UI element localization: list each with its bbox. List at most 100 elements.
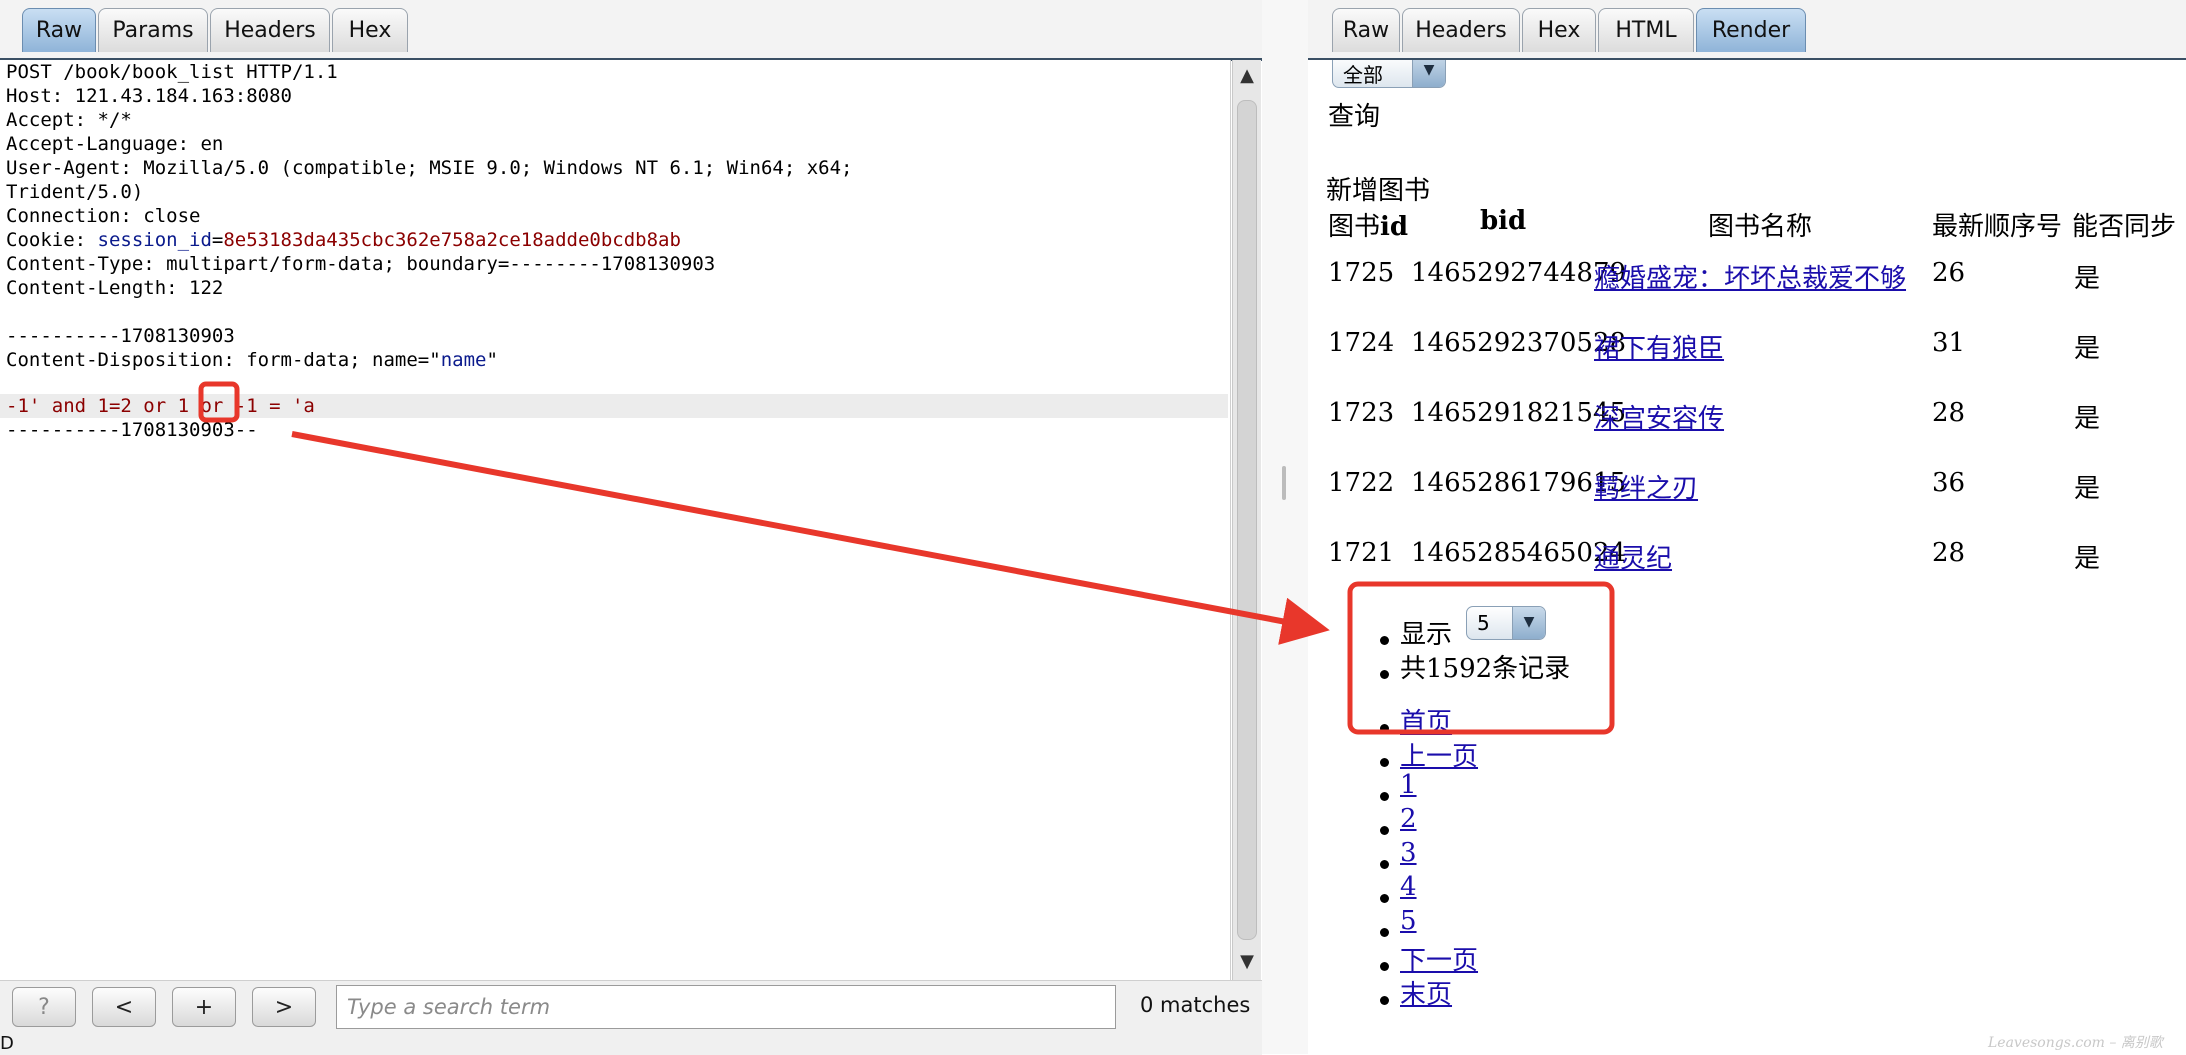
- row-seq: 28: [1932, 398, 1966, 428]
- col-header-id-prefix: 图书: [1328, 212, 1381, 242]
- page-last-link[interactable]: 末页: [1400, 974, 1452, 1011]
- header-content-length: Content-Length: 122: [6, 277, 224, 299]
- chevron-down-icon[interactable]: ▼: [1412, 60, 1445, 87]
- help-button[interactable]: ?: [12, 987, 76, 1027]
- page-5-link[interactable]: 5: [1400, 906, 1417, 936]
- col-header-seq: 最新顺序号: [1932, 212, 2063, 242]
- list-bullet: [1380, 996, 1389, 1005]
- page-2-link[interactable]: 2: [1400, 804, 1417, 834]
- scroll-down-icon[interactable]: ▼: [1237, 952, 1257, 972]
- search-toolbar: ? < + > 0 matches D: [0, 980, 1262, 1055]
- row-sync: 是: [2074, 334, 2101, 364]
- list-bullet: [1380, 894, 1389, 903]
- header-cookie: Cookie: session_id=8e53183da435cbc362e75…: [6, 228, 681, 252]
- list-bullet: [1380, 636, 1389, 645]
- row-name-link[interactable]: 通灵纪: [1594, 538, 1672, 575]
- add-book-link[interactable]: 新增图书: [1326, 170, 1430, 207]
- header-accept-language: Accept-Language: en: [6, 133, 224, 155]
- response-pane: Raw Headers Hex HTML Render 全部 ▼ 查询 新增图书…: [1308, 0, 2186, 1054]
- list-bullet: [1380, 670, 1389, 679]
- tab-hex[interactable]: Hex: [332, 8, 408, 52]
- header-host: Host: 121.43.184.163:8080: [6, 85, 292, 107]
- cookie-label: Cookie:: [6, 229, 98, 251]
- page-size-value: 5: [1477, 611, 1490, 635]
- page-4-link[interactable]: 4: [1400, 872, 1417, 902]
- page-prev-link[interactable]: 上一页: [1400, 736, 1478, 773]
- split-pane-divider[interactable]: [1262, 0, 1308, 1054]
- header-accept: Accept: */*: [6, 109, 132, 131]
- list-bullet: [1380, 962, 1389, 971]
- disposition-prefix: Content-Disposition: form-data; name=": [6, 349, 441, 371]
- row-name-link[interactable]: 羁绊之刃: [1594, 468, 1698, 505]
- multipart-boundary-end: ----------1708130903--: [6, 419, 258, 441]
- row-sync: 是: [2074, 544, 2101, 574]
- cookie-key: session_id: [97, 229, 212, 251]
- request-line: POST /book/book_list HTTP/1.1: [6, 61, 338, 83]
- total-records: 共1592条记录: [1400, 654, 1571, 684]
- header-content-type: Content-Type: multipart/form-data; bound…: [6, 253, 716, 275]
- request-tab-bar: Raw Params Headers Hex: [0, 0, 1262, 61]
- row-name-link[interactable]: 深宫安容传: [1594, 398, 1724, 435]
- row-name-link[interactable]: 裙下有狼臣: [1594, 328, 1724, 365]
- cookie-value: 8e53183da435cbc362e758a2ce18adde0bcdb8ab: [223, 229, 681, 251]
- row-id: 1724: [1328, 328, 1395, 358]
- page-1-link[interactable]: 1: [1400, 770, 1417, 800]
- row-seq: 36: [1932, 468, 1966, 498]
- status-sliver: D: [0, 1033, 14, 1054]
- divider-grip[interactable]: [1282, 466, 1286, 500]
- disposition-name: name: [440, 349, 487, 371]
- tab-headers-response[interactable]: Headers: [1402, 8, 1520, 52]
- rendered-page: 全部 ▼ 查询 新增图书 图书id bid 图书名称 最新顺序号 能否同步 17…: [1308, 60, 2186, 1030]
- disposition-suffix: ": [486, 349, 498, 371]
- filter-select[interactable]: 全部 ▼: [1332, 60, 1446, 88]
- list-bullet: [1380, 826, 1389, 835]
- list-bullet: [1380, 724, 1389, 733]
- list-bullet: [1380, 860, 1389, 869]
- tab-headers[interactable]: Headers: [210, 8, 330, 52]
- header-connection: Connection: close: [6, 205, 201, 227]
- page-first-link[interactable]: 首页: [1400, 702, 1452, 739]
- row-seq: 31: [1932, 328, 1966, 358]
- tab-raw[interactable]: Raw: [22, 8, 96, 52]
- list-bullet: [1380, 758, 1389, 767]
- col-header-id: 图书id: [1328, 206, 1408, 243]
- row-seq: 26: [1932, 258, 1966, 288]
- tab-params[interactable]: Params: [98, 8, 208, 52]
- query-button[interactable]: 查询: [1328, 96, 1380, 133]
- col-header-sync: 能否同步: [2072, 212, 2177, 242]
- cookie-eq: =: [211, 229, 224, 251]
- tab-render-response[interactable]: Render: [1696, 8, 1806, 52]
- editor-scrollbar[interactable]: ▲ ▼: [1232, 60, 1261, 980]
- page-size-select[interactable]: 5 ▼: [1466, 606, 1546, 640]
- sql-injection-payload: -1' and 1=2 or 1 or -1 = 'a: [6, 395, 315, 417]
- add-button[interactable]: +: [172, 987, 236, 1027]
- row-sync: 是: [2074, 474, 2101, 504]
- row-name-link[interactable]: 瘾婚盛宠：坏坏总裁爱不够: [1594, 258, 1906, 295]
- page-next-link[interactable]: 下一页: [1400, 940, 1478, 977]
- header-user-agent: User-Agent: Mozilla/5.0 (compatible; MSI…: [6, 157, 853, 179]
- page-3-link[interactable]: 3: [1400, 838, 1417, 868]
- col-header-name: 图书名称: [1708, 212, 1813, 242]
- show-label: 显示: [1400, 620, 1453, 650]
- tab-raw-response[interactable]: Raw: [1332, 8, 1400, 52]
- response-tab-bar: Raw Headers Hex HTML Render: [1308, 0, 2186, 61]
- match-count: 0 matches: [1140, 993, 1251, 1017]
- scroll-thumb[interactable]: [1237, 100, 1257, 940]
- content-disposition: Content-Disposition: form-data; name="na…: [6, 348, 498, 372]
- previous-button[interactable]: <: [92, 987, 156, 1027]
- next-button[interactable]: >: [252, 987, 316, 1027]
- scroll-up-icon[interactable]: ▲: [1237, 66, 1257, 86]
- chevron-down-icon[interactable]: ▼: [1512, 607, 1545, 639]
- raw-request-editor[interactable]: POST /book/book_list HTTP/1.1 Host: 121.…: [0, 60, 1231, 980]
- watermark: Leavesongs.com – 离别歌: [1988, 1035, 2163, 1051]
- row-id: 1722: [1328, 468, 1395, 498]
- row-id: 1725: [1328, 258, 1395, 288]
- search-input[interactable]: [336, 985, 1116, 1029]
- tab-hex-response[interactable]: Hex: [1522, 8, 1596, 52]
- request-pane: Raw Params Headers Hex POST /book/book_l…: [0, 0, 1262, 1055]
- col-header-id-suffix: id: [1380, 212, 1409, 242]
- header-user-agent-cont: Trident/5.0): [6, 181, 144, 203]
- tab-html-response[interactable]: HTML: [1598, 8, 1694, 52]
- row-id: 1721: [1328, 538, 1395, 568]
- col-header-bid: bid: [1480, 206, 1527, 236]
